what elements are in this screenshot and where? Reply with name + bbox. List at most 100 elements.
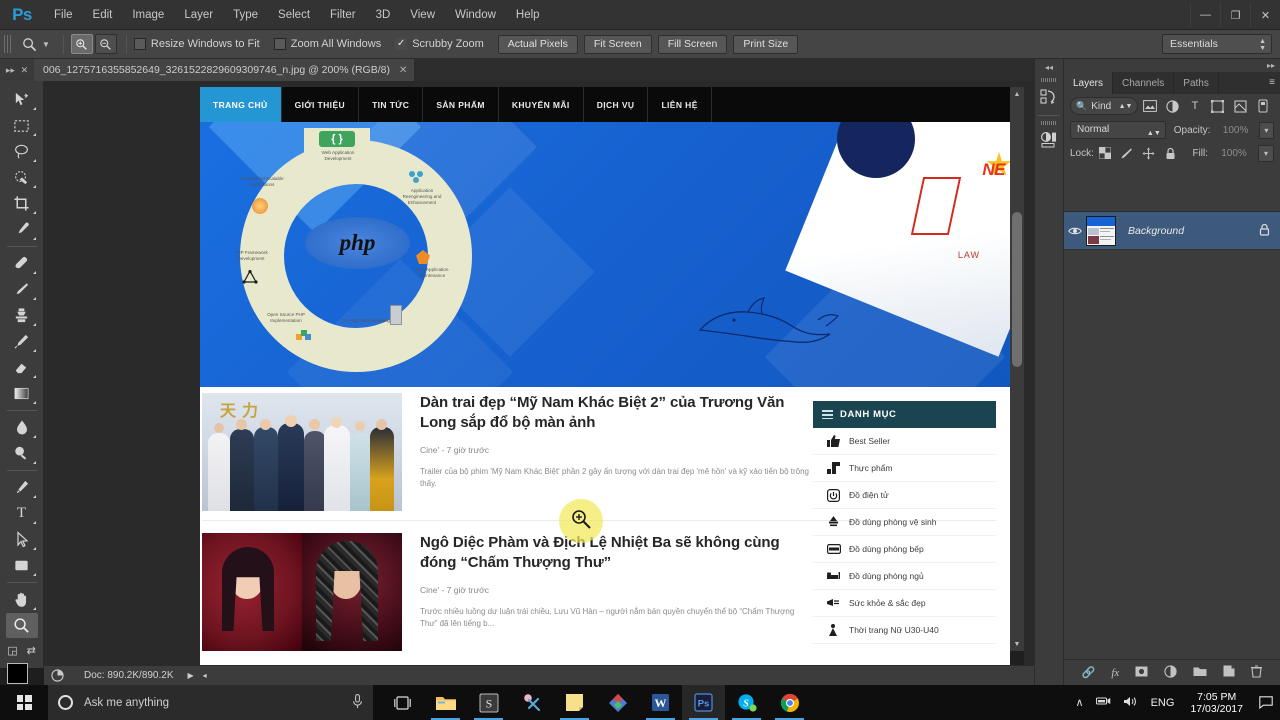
volume-icon[interactable]: [1117, 695, 1144, 711]
taskbar-skype[interactable]: S: [725, 685, 768, 720]
eyedropper-tool[interactable]: [6, 217, 38, 242]
document-tab[interactable]: 006_1275716355852649_3261522829609309746…: [34, 59, 416, 81]
panel-menu-icon[interactable]: ≡: [1269, 77, 1275, 88]
task-view-button[interactable]: [381, 685, 424, 720]
start-button[interactable]: [0, 685, 48, 720]
document-vertical-scrollbar[interactable]: ▲ ▼: [1010, 87, 1024, 651]
type-layer-filter-icon[interactable]: T: [1184, 96, 1207, 116]
taskbar-photoshop[interactable]: Ps: [682, 685, 725, 720]
menu-help[interactable]: Help: [506, 0, 550, 30]
pen-tool[interactable]: [6, 475, 38, 500]
adjustments-panel-icon[interactable]: [1036, 127, 1062, 153]
opacity-stepper[interactable]: ▾: [1258, 121, 1274, 139]
taskbar-sublime-text[interactable]: S: [467, 685, 510, 720]
blur-tool[interactable]: [6, 415, 38, 440]
options-bar-grip[interactable]: [4, 35, 11, 53]
menu-image[interactable]: Image: [122, 0, 174, 30]
layer-list[interactable]: Background: [1064, 211, 1280, 659]
menu-filter[interactable]: Filter: [320, 0, 366, 30]
lock-all-icon[interactable]: [1160, 144, 1182, 162]
quick-selection-tool[interactable]: [6, 165, 38, 190]
path-selection-tool[interactable]: [6, 527, 38, 552]
tab-bar-grip[interactable]: ▸▸ ✕: [0, 59, 34, 81]
foreground-color-swatch[interactable]: [6, 663, 28, 684]
dock-grip-1[interactable]: [1041, 78, 1057, 82]
action-center-icon[interactable]: [1252, 696, 1280, 709]
lock-position-icon[interactable]: [1138, 144, 1160, 162]
minimize-button[interactable]: —: [1190, 3, 1220, 27]
link-layers-icon[interactable]: 🔗: [1082, 666, 1096, 679]
taskbar-file-explorer[interactable]: [424, 685, 467, 720]
actual-pixels-button[interactable]: Actual Pixels: [497, 34, 578, 54]
print-size-button[interactable]: Print Size: [733, 34, 799, 54]
menu-select[interactable]: Select: [268, 0, 320, 30]
document-window[interactable]: TRANG CHỦ GIỚI THIỆU TIN TỨC SẢN PHẨM KH…: [200, 87, 1024, 665]
expand-tabs-icon[interactable]: ▸▸: [6, 65, 15, 76]
zoom-out-icon[interactable]: [94, 34, 117, 54]
blend-mode-select[interactable]: Normal ▲▼: [1070, 121, 1166, 139]
close-button[interactable]: ✕: [1250, 3, 1280, 27]
taskbar-search-box[interactable]: Ask me anything: [48, 685, 373, 720]
resize-windows-to-fit-checkbox[interactable]: Resize Windows to Fit: [133, 38, 260, 50]
move-tool[interactable]: [6, 87, 38, 112]
history-panel-icon[interactable]: [1036, 84, 1062, 110]
menu-3d[interactable]: 3D: [366, 0, 401, 30]
adjustment-layer-icon[interactable]: [1164, 664, 1177, 681]
language-indicator[interactable]: ENG: [1144, 697, 1182, 709]
dock-collapse-icon[interactable]: ◂◂: [1035, 59, 1063, 75]
rectangle-tool[interactable]: [6, 553, 38, 578]
taskbar-sticky-notes[interactable]: [553, 685, 596, 720]
menu-edit[interactable]: Edit: [83, 0, 123, 30]
fill-value[interactable]: 100%: [1213, 144, 1255, 162]
pixel-layer-filter-icon[interactable]: [1138, 96, 1161, 116]
swap-colors-icon[interactable]: ⇄: [27, 644, 36, 657]
network-icon[interactable]: [1090, 695, 1117, 710]
taskbar-microsoft-word[interactable]: W: [639, 685, 682, 720]
add-mask-icon[interactable]: [1135, 666, 1148, 680]
adjustment-layer-filter-icon[interactable]: [1161, 96, 1184, 116]
fill-screen-button[interactable]: Fill Screen: [657, 34, 728, 54]
scroll-up-arrow-icon[interactable]: ▲: [1010, 87, 1024, 101]
layer-visibility-eye-icon[interactable]: [1064, 226, 1086, 236]
tab-layers[interactable]: Layers: [1064, 72, 1114, 94]
taskbar-google-chrome[interactable]: [768, 685, 811, 720]
eraser-tool[interactable]: [6, 355, 38, 380]
hand-tool[interactable]: [6, 587, 38, 612]
lock-image-pixels-icon[interactable]: [1116, 144, 1138, 162]
spot-healing-brush-tool[interactable]: [6, 251, 38, 276]
menu-file[interactable]: File: [44, 0, 83, 30]
dodge-tool[interactable]: [6, 441, 38, 466]
zoom-tool-icon[interactable]: [16, 33, 42, 55]
lock-transparent-pixels-icon[interactable]: [1094, 144, 1116, 162]
opacity-value[interactable]: 100%: [1215, 121, 1256, 139]
layer-kind-filter[interactable]: 🔍 Kind ▲▼: [1070, 97, 1139, 115]
tab-bar-close-icon[interactable]: ✕: [21, 65, 29, 76]
taskbar-clock[interactable]: 7:05 PM 17/03/2017: [1181, 691, 1252, 715]
new-layer-icon[interactable]: [1223, 665, 1235, 680]
zoom-all-windows-checkbox[interactable]: Zoom All Windows: [273, 38, 381, 50]
layer-name[interactable]: Background: [1128, 225, 1184, 237]
delete-layer-icon[interactable]: [1251, 664, 1263, 681]
menu-window[interactable]: Window: [445, 0, 506, 30]
shape-layer-filter-icon[interactable]: [1206, 96, 1229, 116]
tab-paths[interactable]: Paths: [1174, 72, 1219, 94]
clone-stamp-tool[interactable]: [6, 303, 38, 328]
lasso-tool[interactable]: [6, 139, 38, 164]
layer-row-background[interactable]: Background: [1064, 212, 1280, 250]
scrubby-zoom-checkbox[interactable]: ✓ Scrubby Zoom: [395, 38, 484, 50]
gradient-tool[interactable]: [6, 381, 38, 406]
dock-grip-2[interactable]: [1041, 121, 1057, 125]
menu-layer[interactable]: Layer: [174, 0, 223, 30]
layer-style-icon[interactable]: fx: [1111, 667, 1119, 679]
horizontal-type-tool[interactable]: T: [6, 501, 38, 526]
tab-channels[interactable]: Channels: [1113, 72, 1175, 94]
taskbar-adobe-app[interactable]: [596, 685, 639, 720]
workspace-selector[interactable]: Essentials ▲ ▼: [1162, 34, 1272, 54]
taskbar-snipping-tool[interactable]: [510, 685, 553, 720]
restore-button[interactable]: ❐: [1220, 3, 1250, 27]
scroll-down-arrow-icon[interactable]: ▼: [1010, 637, 1024, 651]
fill-stepper[interactable]: ▾: [1258, 144, 1274, 162]
zoom-in-icon[interactable]: [70, 34, 93, 54]
panel-expand-icon[interactable]: ▸▸: [1267, 61, 1275, 70]
document-scroll-thumb[interactable]: [1012, 212, 1022, 367]
